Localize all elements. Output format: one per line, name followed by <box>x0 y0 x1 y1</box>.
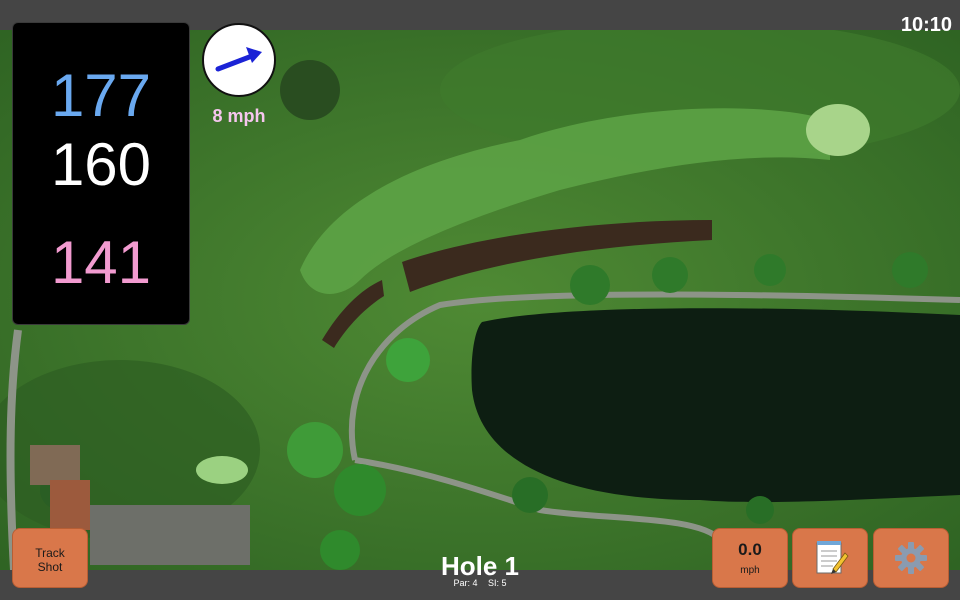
notes-button[interactable] <box>792 528 868 588</box>
distance-panel: 177 160 141 <box>12 22 190 325</box>
hole-stroke-index: SI: 5 <box>488 578 507 588</box>
settings-button[interactable] <box>873 528 949 588</box>
speed-unit: mph <box>740 565 760 576</box>
back-distance: 177 <box>50 62 152 129</box>
middle-distance: 160 <box>50 131 152 198</box>
track-shot-label-line2: Shot <box>37 560 63 574</box>
arrow-up-right-icon <box>215 47 262 72</box>
gear-icon <box>895 542 927 574</box>
notepad-icon <box>816 541 849 574</box>
hole-info: Par: 4 SI: 5 <box>400 578 560 588</box>
track-shot-button[interactable]: Track Shot <box>12 528 88 588</box>
speed-button[interactable]: 0.0 mph <box>712 528 788 588</box>
front-distance: 141 <box>50 229 152 296</box>
clock-time: 10:10 <box>900 14 952 36</box>
wind-direction-indicator <box>202 23 276 97</box>
hole-par: Par: 4 <box>453 578 478 588</box>
wind-speed: 8 mph <box>212 106 266 126</box>
track-shot-label-line1: Track <box>35 546 65 560</box>
speed-value: 0.0 <box>738 540 762 559</box>
